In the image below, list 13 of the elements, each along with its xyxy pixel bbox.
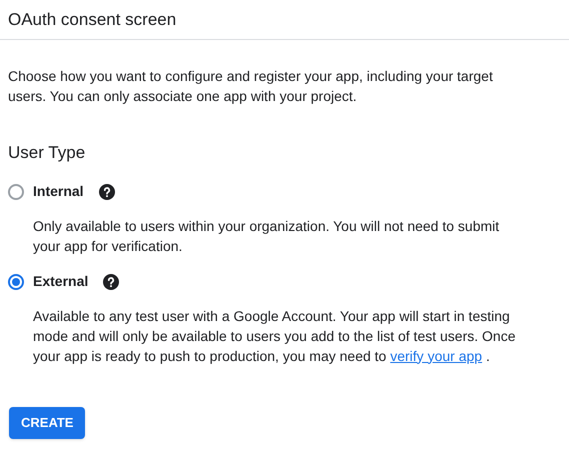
verify-link[interactable]: verify your app: [390, 348, 482, 364]
create-button[interactable]: CREATE: [9, 406, 86, 438]
option-description: Available to any test user with a Google Account. Your app will start in testing mode and will only be available to users you add to the list of test users. Once your app is ready to push to production, you may need to verify your app .: [33, 306, 516, 366]
radio-button[interactable]: [8, 184, 24, 200]
section-heading: User Type: [7, 142, 86, 164]
option-label: Internal: [33, 182, 84, 201]
option-label: External: [33, 272, 88, 291]
option-description: Only available to users within your organization. You will not need to submit your app for verification.: [33, 216, 500, 256]
radio-button[interactable]: [8, 274, 24, 290]
page-title: OAuth consent screen: [8, 8, 176, 31]
help-icon[interactable]: [98, 184, 115, 200]
help-icon[interactable]: [103, 274, 120, 290]
intro-text: Choose how you want to configure and register your app, including your target users. You can only associate one app with your project.: [7, 67, 494, 106]
